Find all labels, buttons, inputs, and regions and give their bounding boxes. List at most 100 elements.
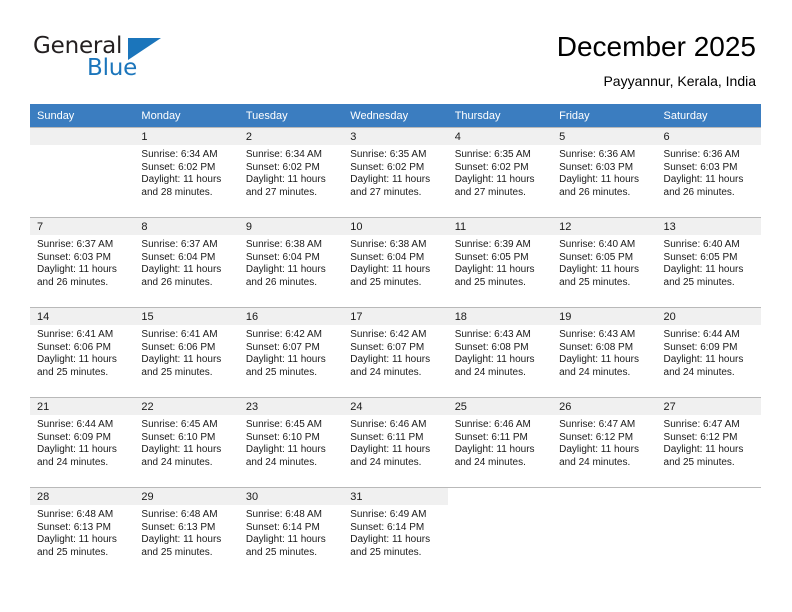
sunset-text: Sunset: 6:02 PM xyxy=(350,161,425,173)
day-sun-info: Sunrise: 6:38 AM Sunset: 6:04 PM Daylight:… xyxy=(239,235,343,289)
calendar-day-cell[interactable]: 6 Sunrise: 6:36 AM Sunset: 6:03 PM Daylight… xyxy=(656,127,761,217)
sunrise-text: Sunrise: 6:40 AM xyxy=(559,239,636,250)
calendar-day-cell[interactable]: 3 Sunrise: 6:35 AM Sunset: 6:02 PM Daylight… xyxy=(343,127,448,217)
daylight-text-line1: Daylight: 11 hours xyxy=(663,444,744,456)
calendar-day-cell[interactable]: 28 Sunrise: 6:48 AM Sunset: 6:13 PM Dayligh… xyxy=(30,487,135,577)
daylight-text-line2: and 24 minutes. xyxy=(141,456,213,468)
calendar-day-cell[interactable]: 15 Sunrise: 6:41 AM Sunset: 6:06 PM Dayligh… xyxy=(134,307,239,397)
title-block: December 2025 Payyannur, Kerala, India xyxy=(557,30,756,90)
calendar-day-cell[interactable]: 5 Sunrise: 6:36 AM Sunset: 6:03 PM Daylight… xyxy=(552,127,657,217)
calendar-day-cell[interactable]: 11 Sunrise: 6:39 AM Sunset: 6:05 PM Dayligh… xyxy=(447,217,553,307)
sunrise-text: Sunrise: 6:48 AM xyxy=(141,509,218,520)
calendar-day-cell[interactable]: 18 Sunrise: 6:43 AM Sunset: 6:08 PM Dayligh… xyxy=(447,307,553,397)
calendar-day-cell[interactable]: 14 Sunrise: 6:41 AM Sunset: 6:06 PM Dayligh… xyxy=(30,307,135,397)
calendar-day-cell[interactable]: 8 Sunrise: 6:37 AM Sunset: 6:04 PM Daylight… xyxy=(134,217,239,307)
daylight-text-line1: Daylight: 11 hours xyxy=(559,174,639,186)
calendar-day-cell[interactable]: 9 Sunrise: 6:38 AM Sunset: 6:04 PM Daylight… xyxy=(238,217,344,307)
calendar-day-cell[interactable]: 13 Sunrise: 6:40 AM Sunset: 6:05 PM Dayligh… xyxy=(656,217,761,307)
calendar-day-cell[interactable]: 2 Sunrise: 6:34 AM Sunset: 6:02 PM Daylight… xyxy=(238,127,344,217)
day-number: 5 xyxy=(552,127,657,145)
calendar-day-cell[interactable]: 23 Sunrise: 6:45 AM Sunset: 6:10 PM Dayligh… xyxy=(238,397,344,487)
daylight-text-line2: and 25 minutes. xyxy=(663,276,735,288)
day-number: 15 xyxy=(134,307,239,325)
day-number: 13 xyxy=(656,217,761,235)
daylight-text-line1: Daylight: 11 hours xyxy=(454,444,535,456)
daylight-text-line1: Daylight: 11 hours xyxy=(245,264,326,276)
daylight-text-line1: Daylight: 11 hours xyxy=(37,444,117,456)
calendar-day-cell[interactable]: 31 Sunrise: 6:49 AM Sunset: 6:14 PM Dayligh… xyxy=(343,487,448,577)
sunrise-text: Sunrise: 6:36 AM xyxy=(559,149,636,160)
day-sun-info: Sunrise: 6:47 AM Sunset: 6:12 PM Daylight:… xyxy=(552,415,656,469)
day-number: 20 xyxy=(656,307,761,325)
calendar-day-cell[interactable]: 4 Sunrise: 6:35 AM Sunset: 6:02 PM Daylight… xyxy=(447,127,553,217)
day-number xyxy=(656,487,761,505)
weekday-header-saturday: Saturday xyxy=(656,104,761,127)
daylight-text-line2: and 25 minutes. xyxy=(245,366,318,378)
day-cell-inner: 29 Sunrise: 6:48 AM Sunset: 6:13 PM Dayligh… xyxy=(134,487,239,577)
day-number: 19 xyxy=(552,307,657,325)
calendar-day-cell[interactable]: 24 Sunrise: 6:46 AM Sunset: 6:11 PM Dayligh… xyxy=(343,397,448,487)
calendar-day-cell[interactable]: 10 Sunrise: 6:38 AM Sunset: 6:04 PM Dayligh… xyxy=(343,217,448,307)
calendar-day-cell-empty xyxy=(30,127,135,217)
calendar-week-row: 21 Sunrise: 6:44 AM Sunset: 6:09 PM Dayligh… xyxy=(30,397,761,487)
day-cell-inner: 23 Sunrise: 6:45 AM Sunset: 6:10 PM Dayligh… xyxy=(238,397,344,487)
sunset-text: Sunset: 6:13 PM xyxy=(37,521,111,533)
sunrise-text: Sunrise: 6:38 AM xyxy=(350,239,427,250)
sunrise-text: Sunrise: 6:38 AM xyxy=(245,239,322,250)
calendar-page: General Blue December 2025 Payyannur, Ke… xyxy=(0,0,792,612)
calendar-day-cell[interactable]: 26 Sunrise: 6:47 AM Sunset: 6:12 PM Dayligh… xyxy=(552,397,657,487)
day-number: 9 xyxy=(238,217,344,235)
day-sun-info: Sunrise: 6:48 AM Sunset: 6:13 PM Daylight:… xyxy=(30,505,134,559)
calendar-day-cell-empty xyxy=(656,487,761,577)
calendar-day-cell[interactable]: 20 Sunrise: 6:44 AM Sunset: 6:09 PM Dayligh… xyxy=(656,307,761,397)
day-cell-inner: 14 Sunrise: 6:41 AM Sunset: 6:06 PM Dayligh… xyxy=(30,307,135,397)
daylight-text-line2: and 26 minutes. xyxy=(663,186,735,198)
calendar-day-cell[interactable]: 1 Sunrise: 6:34 AM Sunset: 6:02 PM Daylight… xyxy=(134,127,239,217)
calendar-day-cell[interactable]: 22 Sunrise: 6:45 AM Sunset: 6:10 PM Dayligh… xyxy=(134,397,239,487)
calendar-day-cell[interactable]: 21 Sunrise: 6:44 AM Sunset: 6:09 PM Dayligh… xyxy=(30,397,135,487)
weekday-header-tuesday: Tuesday xyxy=(238,104,344,127)
calendar-day-cell[interactable]: 7 Sunrise: 6:37 AM Sunset: 6:03 PM Daylight… xyxy=(30,217,135,307)
sunset-text: Sunset: 6:03 PM xyxy=(37,251,111,263)
sunset-text: Sunset: 6:04 PM xyxy=(141,251,216,263)
day-sun-info: Sunrise: 6:38 AM Sunset: 6:04 PM Daylight:… xyxy=(343,235,447,289)
calendar-day-cell[interactable]: 25 Sunrise: 6:46 AM Sunset: 6:11 PM Dayligh… xyxy=(447,397,553,487)
day-number xyxy=(552,487,657,505)
daylight-text-line2: and 25 minutes. xyxy=(350,276,422,288)
day-sun-info: Sunrise: 6:48 AM Sunset: 6:14 PM Daylight:… xyxy=(239,505,343,559)
daylight-text-line1: Daylight: 11 hours xyxy=(350,354,431,366)
sunrise-text: Sunrise: 6:34 AM xyxy=(141,149,218,160)
calendar-day-cell[interactable]: 27 Sunrise: 6:47 AM Sunset: 6:12 PM Dayligh… xyxy=(656,397,761,487)
day-sun-info xyxy=(448,505,552,509)
day-cell-inner: 10 Sunrise: 6:38 AM Sunset: 6:04 PM Dayligh… xyxy=(343,217,448,307)
day-sun-info xyxy=(657,505,761,509)
calendar-day-cell[interactable]: 19 Sunrise: 6:43 AM Sunset: 6:08 PM Dayligh… xyxy=(552,307,657,397)
daylight-text-line1: Daylight: 11 hours xyxy=(245,444,326,456)
day-sun-info: Sunrise: 6:41 AM Sunset: 6:06 PM Daylight:… xyxy=(134,325,238,379)
day-cell-inner: 24 Sunrise: 6:46 AM Sunset: 6:11 PM Dayligh… xyxy=(343,397,448,487)
sunset-text: Sunset: 6:02 PM xyxy=(245,161,320,173)
sunrise-text: Sunrise: 6:46 AM xyxy=(454,419,531,430)
general-blue-logo[interactable]: General Blue xyxy=(33,33,213,81)
day-number: 11 xyxy=(447,217,553,235)
daylight-text-line2: and 27 minutes. xyxy=(454,186,526,198)
sunrise-text: Sunrise: 6:37 AM xyxy=(37,239,114,250)
day-cell-inner: 1 Sunrise: 6:34 AM Sunset: 6:02 PM Daylight… xyxy=(134,127,239,217)
calendar-day-cell[interactable]: 12 Sunrise: 6:40 AM Sunset: 6:05 PM Dayligh… xyxy=(552,217,657,307)
calendar-day-cell[interactable]: 17 Sunrise: 6:42 AM Sunset: 6:07 PM Dayligh… xyxy=(343,307,448,397)
day-cell-inner xyxy=(30,127,135,217)
day-cell-inner: 13 Sunrise: 6:40 AM Sunset: 6:05 PM Dayligh… xyxy=(656,217,761,307)
day-sun-info: Sunrise: 6:45 AM Sunset: 6:10 PM Daylight:… xyxy=(239,415,343,469)
daylight-text-line1: Daylight: 11 hours xyxy=(559,354,639,366)
day-number: 6 xyxy=(656,127,761,145)
day-sun-info: Sunrise: 6:37 AM Sunset: 6:04 PM Daylight:… xyxy=(134,235,238,289)
calendar-day-cell[interactable]: 29 Sunrise: 6:48 AM Sunset: 6:13 PM Dayligh… xyxy=(134,487,239,577)
calendar-day-cell[interactable]: 30 Sunrise: 6:48 AM Sunset: 6:14 PM Dayligh… xyxy=(238,487,344,577)
calendar-header-row: Sunday Monday Tuesday Wednesday Thursday Frid… xyxy=(30,104,761,127)
calendar-day-cell[interactable]: 16 Sunrise: 6:42 AM Sunset: 6:07 PM Dayligh… xyxy=(238,307,344,397)
day-number: 30 xyxy=(238,487,344,505)
day-number: 29 xyxy=(134,487,239,505)
day-cell-inner: 5 Sunrise: 6:36 AM Sunset: 6:03 PM Daylight… xyxy=(552,127,657,217)
sunset-text: Sunset: 6:09 PM xyxy=(37,431,111,443)
sunset-text: Sunset: 6:07 PM xyxy=(245,341,320,353)
